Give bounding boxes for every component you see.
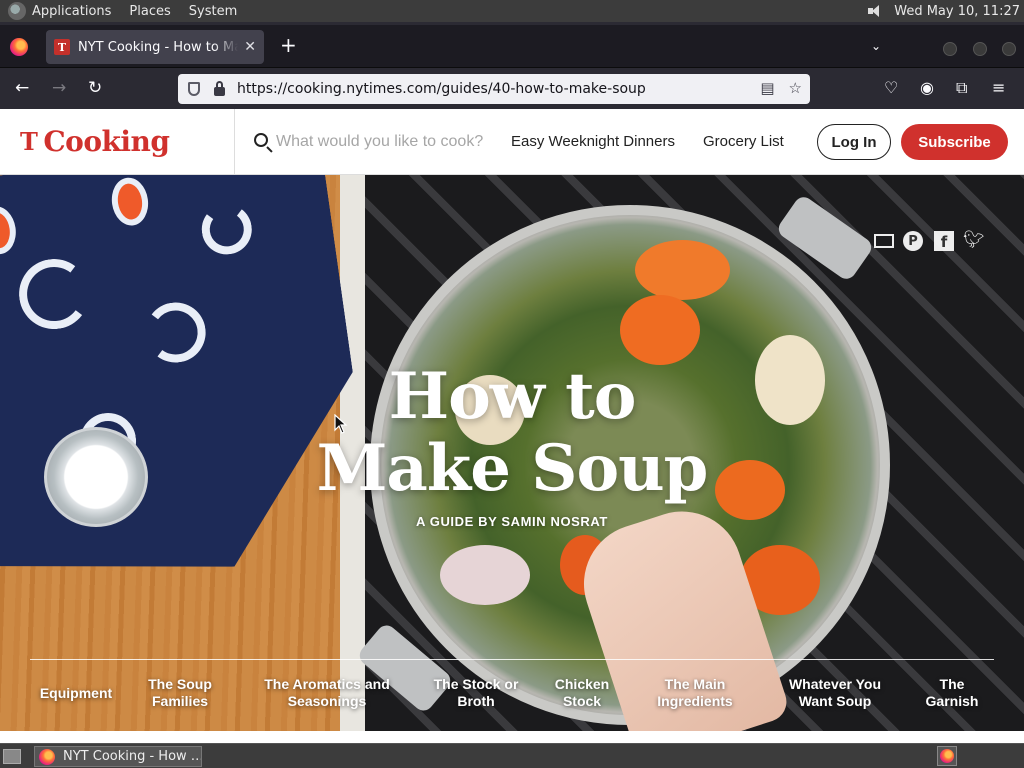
reader-view-icon[interactable]: ▤ bbox=[760, 79, 774, 97]
back-icon[interactable]: ← bbox=[15, 78, 29, 98]
close-window-icon[interactable] bbox=[1002, 42, 1016, 56]
url-bar[interactable]: https://cooking.nytimes.com/guides/40-ho… bbox=[178, 74, 810, 104]
chapter-label: Ingredients bbox=[657, 693, 733, 709]
chapter-aromatics-seasonings[interactable]: The Aromatics and Seasonings bbox=[252, 676, 402, 710]
towel-pattern bbox=[109, 175, 151, 228]
account-icon[interactable]: ◉ bbox=[920, 79, 934, 97]
nav-easy-weeknight-dinners[interactable]: Easy Weeknight Dinners bbox=[511, 133, 675, 150]
hamburger-menu-icon[interactable]: ≡ bbox=[992, 79, 1005, 97]
top-panel: Applications Places System Wed May 10, 1… bbox=[0, 0, 1024, 22]
subscribe-button[interactable]: Subscribe bbox=[901, 124, 1008, 160]
nyt-t-icon: T bbox=[20, 127, 38, 156]
minimize-window-icon[interactable] bbox=[943, 42, 957, 56]
url-text: https://cooking.nytimes.com/guides/40-ho… bbox=[237, 81, 646, 97]
firefox-menu-icon[interactable] bbox=[10, 38, 28, 56]
firefox-icon bbox=[940, 749, 954, 763]
chapter-chicken-stock[interactable]: Chicken Stock bbox=[542, 676, 622, 710]
towel-pattern bbox=[199, 201, 255, 257]
places-menu[interactable]: Places bbox=[129, 4, 170, 19]
chapter-label: Broth bbox=[457, 693, 495, 709]
firefox-icon bbox=[39, 748, 55, 765]
chapter-equipment[interactable]: Equipment bbox=[30, 685, 122, 702]
url-path: /guides/40-how-to-make-soup bbox=[436, 81, 646, 97]
maximize-window-icon[interactable] bbox=[973, 42, 987, 56]
twitter-icon[interactable]: 🐦︎ bbox=[963, 230, 985, 250]
towel-pattern bbox=[142, 299, 210, 367]
tab-nyt-cooking[interactable]: T NYT Cooking - How to Make Soup ✕ bbox=[46, 30, 264, 64]
chapter-stock-or-broth[interactable]: The Stock or Broth bbox=[420, 676, 532, 710]
nav-grocery-list[interactable]: Grocery List bbox=[703, 133, 784, 150]
volume-icon[interactable] bbox=[866, 4, 884, 18]
chapter-label: The Main bbox=[664, 676, 726, 692]
extensions-icon[interactable]: ⧉ bbox=[956, 79, 967, 97]
chapter-label: Want Soup bbox=[798, 693, 872, 709]
chapter-garnish[interactable]: The Garnish bbox=[912, 676, 992, 710]
chapter-label: The Stock or bbox=[433, 676, 519, 692]
chapter-label: Families bbox=[151, 693, 209, 709]
taskbar-firefox-window[interactable]: NYT Cooking - How … bbox=[34, 746, 202, 767]
title-line-2: Make Soup bbox=[316, 431, 709, 506]
page-title: How to Make Soup bbox=[0, 361, 1024, 505]
workspace-switcher[interactable] bbox=[937, 746, 957, 766]
carrot-slice bbox=[635, 240, 730, 300]
page-subtitle: A GUIDE BY SAMIN NOSRAT bbox=[416, 514, 608, 529]
url-host: nytimes.com bbox=[346, 81, 437, 97]
tab-strip: T NYT Cooking - How to Make Soup ✕ + ⌄ bbox=[0, 25, 1024, 67]
chapter-label: Chicken bbox=[554, 676, 610, 692]
tab-title: NYT Cooking - How to Make Soup bbox=[78, 39, 239, 55]
chicken-piece bbox=[440, 545, 530, 605]
bookmark-star-icon[interactable]: ☆ bbox=[789, 79, 802, 97]
chapter-label: Equipment bbox=[39, 685, 113, 701]
towel-pattern bbox=[15, 255, 94, 334]
chapter-main-ingredients[interactable]: The Main Ingredients bbox=[640, 676, 750, 710]
distro-logo-icon[interactable] bbox=[8, 2, 26, 20]
url-prefix: https://cooking. bbox=[237, 81, 347, 97]
recipe-search-input[interactable] bbox=[276, 129, 504, 155]
taskbar-window-label: NYT Cooking - How … bbox=[63, 749, 201, 764]
close-tab-icon[interactable]: ✕ bbox=[244, 39, 256, 55]
chapter-label: Garnish bbox=[925, 693, 979, 709]
brand-name: Cooking bbox=[43, 125, 170, 158]
header-divider bbox=[234, 109, 235, 175]
forward-icon[interactable]: → bbox=[52, 78, 66, 98]
applications-menu[interactable]: Applications bbox=[32, 4, 111, 19]
tracking-protection-icon[interactable] bbox=[188, 82, 200, 96]
facebook-icon[interactable]: f bbox=[934, 231, 954, 251]
lock-icon[interactable] bbox=[214, 80, 225, 96]
site-header: T Cooking Easy Weeknight Dinners Grocery… bbox=[0, 109, 1024, 175]
chapter-soup-families[interactable]: The Soup Families bbox=[130, 676, 230, 710]
search-icon[interactable] bbox=[254, 133, 268, 147]
list-tabs-chevron-icon[interactable]: ⌄ bbox=[871, 39, 881, 53]
pinterest-icon[interactable]: P bbox=[903, 231, 923, 251]
clock[interactable]: Wed May 10, 11:27 bbox=[894, 4, 1020, 19]
nav-toolbar: ← → ↻ https://cooking.nytimes.com/guides… bbox=[0, 67, 1024, 109]
bottom-taskbar: NYT Cooking - How … bbox=[0, 743, 1024, 768]
login-button[interactable]: Log In bbox=[817, 124, 891, 160]
chapter-label: The Aromatics and bbox=[264, 676, 390, 692]
system-menu[interactable]: System bbox=[189, 4, 237, 19]
chapter-label: Seasonings bbox=[287, 693, 367, 709]
chapter-whatever-you-want-soup[interactable]: Whatever You Want Soup bbox=[775, 676, 895, 710]
chapter-nav-divider bbox=[30, 659, 994, 660]
reload-icon[interactable]: ↻ bbox=[88, 78, 102, 98]
carrot-slice bbox=[620, 295, 700, 365]
towel-pattern bbox=[0, 204, 19, 257]
chapter-label: Whatever You bbox=[788, 676, 882, 692]
hero-section: P f 🐦︎ How to Make Soup A GUIDE BY SAMIN… bbox=[0, 175, 1024, 731]
title-line-1: How to bbox=[388, 359, 637, 434]
show-desktop-icon[interactable] bbox=[3, 749, 21, 764]
page-background bbox=[0, 731, 1024, 743]
nyt-cooking-logo[interactable]: T Cooking bbox=[20, 125, 170, 158]
chapter-label: The bbox=[939, 676, 965, 692]
new-tab-icon[interactable]: + bbox=[280, 35, 297, 55]
chapter-label: The Soup bbox=[148, 676, 212, 692]
chapter-nav: Equipment The Soup Families The Aromatic… bbox=[0, 676, 1024, 716]
pocket-icon[interactable]: ♡ bbox=[884, 79, 898, 97]
nyt-favicon-icon: T bbox=[54, 39, 70, 55]
mail-icon[interactable] bbox=[874, 234, 894, 248]
chapter-label: Stock bbox=[562, 693, 602, 709]
